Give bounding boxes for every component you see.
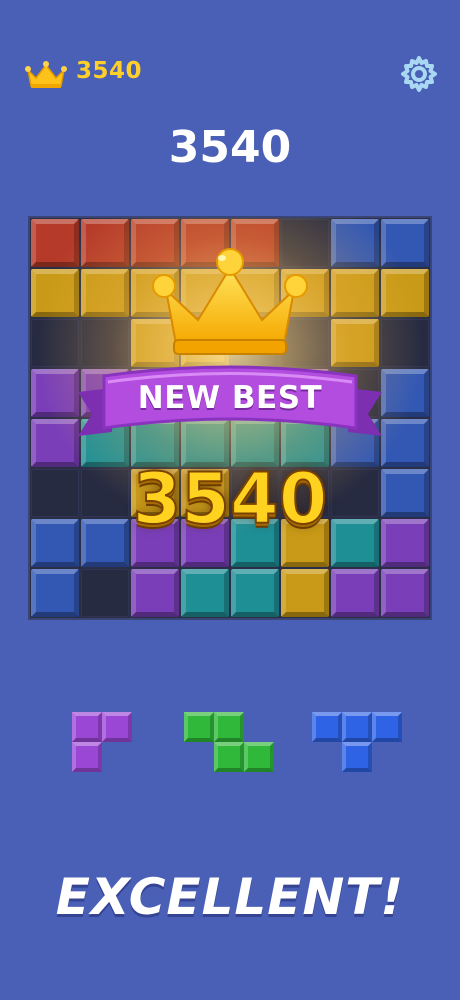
- board-cell: [181, 569, 229, 617]
- board-cell: [81, 569, 129, 617]
- best-score: 3540: [76, 58, 143, 84]
- board-cell: [331, 219, 379, 267]
- board-cell: [31, 569, 79, 617]
- board-cell: [81, 319, 129, 367]
- piece-block: [214, 742, 244, 772]
- board-cell: [331, 569, 379, 617]
- board-cell: [81, 219, 129, 267]
- board-cell: [381, 569, 429, 617]
- board-cell: [381, 369, 429, 417]
- excellent-banner: EXCELLENT!: [55, 868, 405, 926]
- piece-block: [372, 712, 402, 742]
- new-best-label: NEW BEST: [137, 380, 323, 416]
- board-cell: [381, 219, 429, 267]
- board-cell: [381, 269, 429, 317]
- piece-block: [184, 712, 214, 742]
- board-cell: [31, 369, 79, 417]
- piece-block: [214, 712, 244, 742]
- new-best-score: 3540: [132, 457, 329, 541]
- piece-block: [342, 712, 372, 742]
- board-cell: [81, 269, 129, 317]
- board-cell: [231, 569, 279, 617]
- board-cell: [381, 319, 429, 367]
- board-cell: [131, 569, 179, 617]
- piece-block: [312, 712, 342, 742]
- piece-block: [342, 742, 372, 772]
- top-bar: 3540: [0, 0, 460, 110]
- crown-icon: [152, 248, 308, 355]
- crown-icon: [25, 61, 67, 88]
- board-cell: [31, 319, 79, 367]
- piece-block: [244, 742, 274, 772]
- board-cell: [331, 269, 379, 317]
- piece-block: [102, 712, 132, 742]
- piece-block: [72, 712, 102, 742]
- board-cell: [281, 569, 329, 617]
- current-score: 3540: [168, 122, 292, 173]
- board-cell: [331, 319, 379, 367]
- gear-icon[interactable]: [400, 55, 438, 93]
- piece-block: [72, 742, 102, 772]
- board-cell: [31, 219, 79, 267]
- board-cell: [31, 269, 79, 317]
